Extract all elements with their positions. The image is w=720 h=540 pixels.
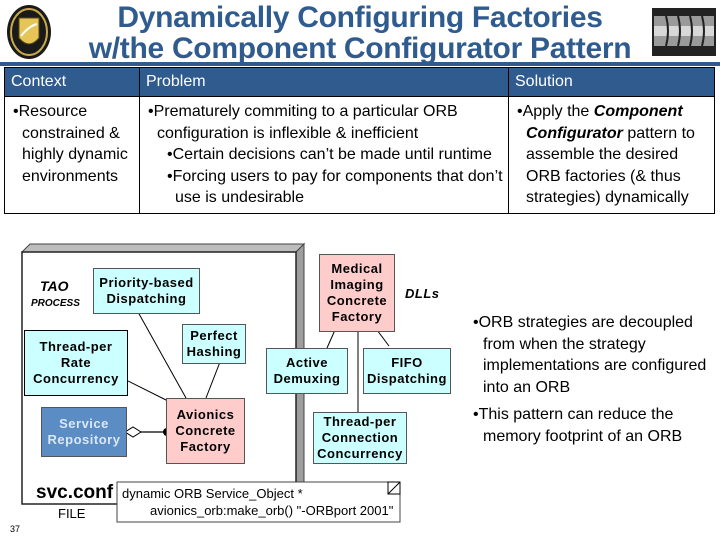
context-problem-solution-table: Context Problem Solution •Resource const… xyxy=(4,67,715,214)
slide-title: Dynamically Configuring Factories w/the … xyxy=(70,2,650,64)
dlls-label: DLLs xyxy=(405,286,440,301)
fifo-dispatching-box: FIFO Dispatching xyxy=(363,348,451,394)
thread-per-rate-box: Thread-per Rate Concurrency xyxy=(24,330,128,396)
solution-cell: •Apply the Component Configurator patter… xyxy=(508,96,715,214)
active-demuxing-box: Active Demuxing xyxy=(266,348,348,394)
tao-label: TAO xyxy=(40,278,69,294)
problem-sub-bullet: •Certain decisions can’t be made until r… xyxy=(167,146,492,163)
line-medical-fifo xyxy=(376,329,390,347)
title-divider xyxy=(0,62,720,66)
right-bullet-text: ORB strategies are decoupled from when t… xyxy=(478,314,707,396)
header-solution: Solution xyxy=(508,67,715,97)
process-box-top xyxy=(20,243,306,253)
problem-cell: •Prematurely commiting to a particular O… xyxy=(139,96,509,214)
header-context: Context xyxy=(4,67,140,97)
priority-dispatching-box: Priority-based Dispatching xyxy=(93,268,200,314)
problem-text: Prematurely commiting to a particular OR… xyxy=(153,103,458,142)
table-row: •Resource constrained & highly dynamic e… xyxy=(4,96,715,214)
context-text: Resource constrained & highly dynamic en… xyxy=(18,103,128,185)
svc-conf-label: svc.conf xyxy=(36,482,114,503)
header-problem: Problem xyxy=(139,67,509,97)
right-bullet: •ORB strategies are decoupled from when … xyxy=(473,314,707,396)
context-cell: •Resource constrained & highly dynamic e… xyxy=(4,96,140,214)
line-medical-active xyxy=(326,329,336,349)
context-bullet: •Resource constrained & highly dynamic e… xyxy=(13,103,128,185)
service-repository-box: Service Repository xyxy=(41,407,127,457)
title-line-2: w/the Component Configurator Pattern xyxy=(88,32,632,65)
perfect-hashing-box: Perfect Hashing xyxy=(182,324,246,364)
isis-institute-logo xyxy=(652,8,716,56)
avionics-factory-box: Avionics Concrete Factory xyxy=(166,398,245,464)
architecture-diagram: TAO PROCESS DLLs Priority-based Dispatch… xyxy=(0,240,460,540)
right-bullet-list: •ORB strategies are decoupled from when … xyxy=(470,312,710,453)
page-number: 37 xyxy=(10,524,21,534)
process-label: PROCESS xyxy=(31,298,80,309)
university-crest-logo xyxy=(6,4,52,60)
table-header-row: Context Problem Solution xyxy=(4,67,715,97)
solution-prefix: Apply the xyxy=(522,103,594,120)
svc-conf-line-2: avionics_orb:make_orb() "-ORBport 2001" xyxy=(150,503,394,518)
problem-sub-text: Forcing users to pay for components that… xyxy=(172,167,503,207)
file-label: FILE xyxy=(58,506,86,521)
thread-per-connection-box: Thread-per Connection Concurrency xyxy=(313,412,407,464)
problem-sub-bullet: •Forcing users to pay for components tha… xyxy=(167,167,503,207)
svc-conf-line-1: dynamic ORB Service_Object * xyxy=(122,486,303,501)
solution-bullet: •Apply the Component Configurator patter… xyxy=(517,103,695,206)
title-line-1: Dynamically Configuring Factories xyxy=(117,1,603,34)
problem-bullet: •Prematurely commiting to a particular O… xyxy=(148,103,458,142)
right-bullet-text: This pattern can reduce the memory footp… xyxy=(478,406,683,445)
right-bullet: •This pattern can reduce the memory foot… xyxy=(473,406,683,445)
medical-imaging-factory-box: Medical Imaging Concrete Factory xyxy=(319,254,395,332)
problem-sub-text: Certain decisions can’t be made until ru… xyxy=(172,146,492,163)
